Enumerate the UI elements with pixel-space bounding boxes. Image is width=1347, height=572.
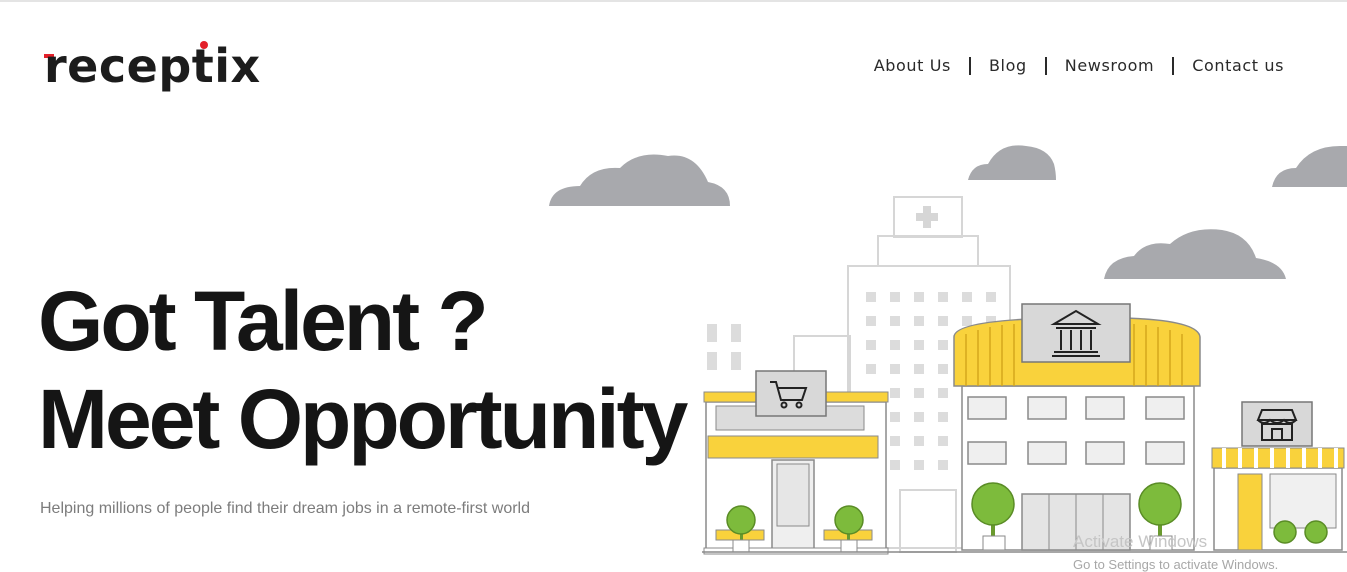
cloud	[549, 154, 730, 206]
hero-subtitle: Helping millions of people find their dr…	[40, 500, 530, 517]
windows-activation-hint: Go to Settings to activate Windows.	[1073, 557, 1279, 572]
hospital-cross-icon	[916, 206, 938, 228]
windows-activation-watermark: Activate Windows	[1073, 532, 1208, 551]
nav-newsroom[interactable]: Newsroom	[1065, 56, 1154, 75]
nav-separator	[1044, 56, 1047, 75]
hero-title: Got Talent ? Meet Opportunity	[38, 272, 688, 468]
hospital-door	[899, 489, 957, 553]
hero-title-line-2: Meet Opportunity	[38, 372, 688, 466]
cloud	[968, 145, 1056, 180]
hero-title-line-1: Got Talent ?	[38, 274, 489, 368]
cart-sign	[755, 370, 827, 417]
nav-about-us[interactable]: About Us	[874, 56, 951, 75]
cloud	[1272, 146, 1347, 187]
nav-contact-us[interactable]: Contact us	[1192, 56, 1284, 75]
top-border	[0, 0, 1347, 2]
nav-blog[interactable]: Blog	[989, 56, 1027, 75]
logo-accent-dot	[200, 41, 208, 49]
nav-separator	[968, 56, 971, 75]
brand-logo[interactable]: receptix	[44, 36, 261, 96]
hospital-tower	[877, 235, 979, 267]
clouds	[549, 145, 1347, 279]
top-navigation: About Us Blog Newsroom Contact us	[874, 56, 1284, 75]
cloud	[1104, 229, 1286, 279]
nav-separator	[1172, 56, 1175, 75]
